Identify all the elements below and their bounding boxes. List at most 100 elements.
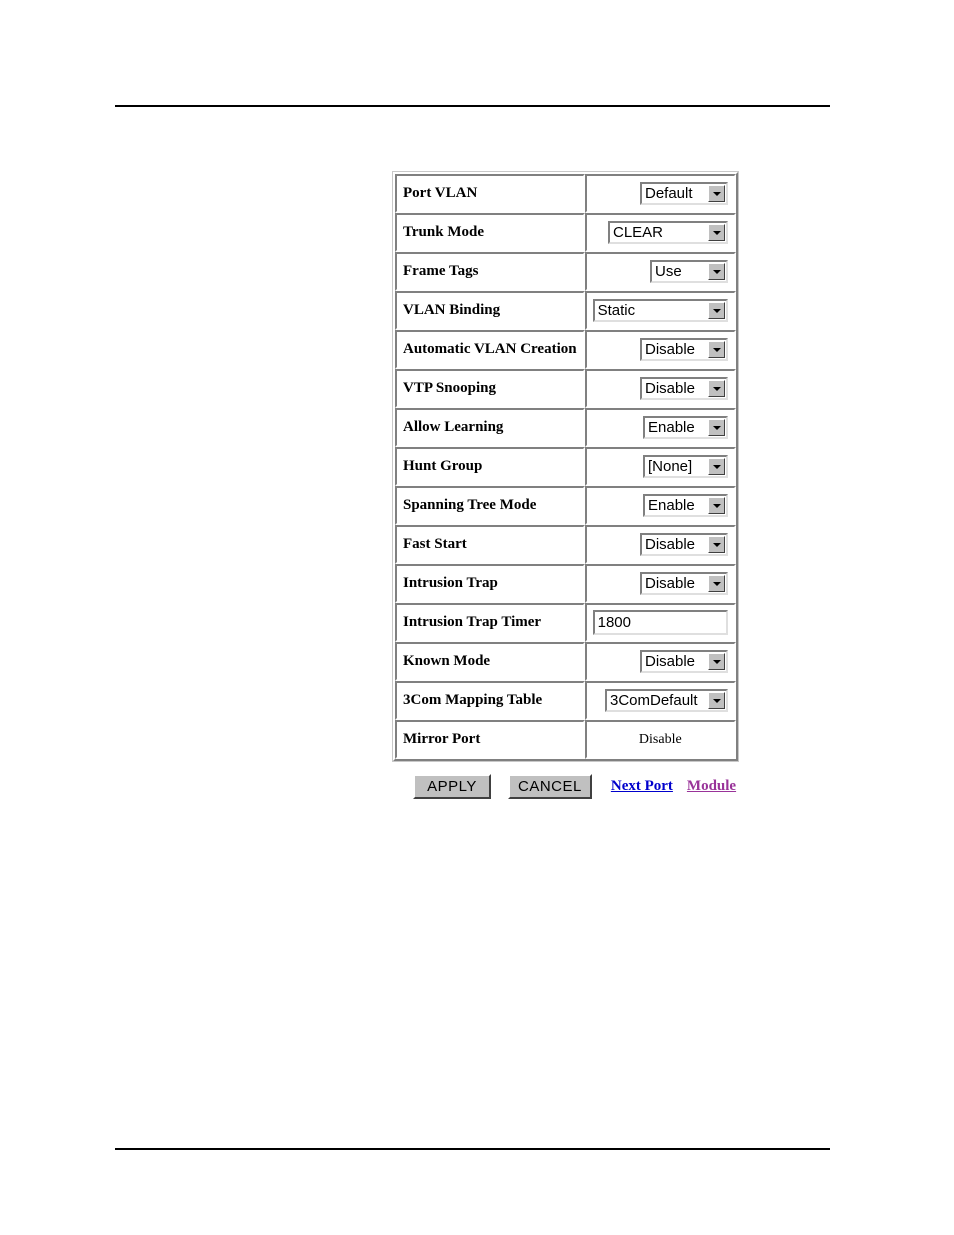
setting-dropdown[interactable]: [None]: [643, 455, 728, 478]
next-port-link[interactable]: Next Port: [611, 778, 673, 795]
chevron-down-icon[interactable]: [708, 263, 725, 280]
setting-label-cell: Fast Start: [395, 525, 585, 564]
setting-value-cell: Disable: [584, 525, 736, 564]
chevron-down-icon[interactable]: [708, 419, 725, 436]
table-row: Trunk Mode CLEAR: [395, 213, 736, 252]
cancel-button[interactable]: CANCEL: [508, 774, 592, 799]
setting-value-cell: CLEAR: [584, 213, 736, 252]
setting-label: Intrusion Trap: [403, 575, 498, 592]
chevron-down-icon[interactable]: [708, 536, 725, 553]
dropdown-value: Enable: [648, 419, 695, 436]
setting-label-cell: Known Mode: [395, 642, 585, 681]
table-row: Fast Start Disable: [395, 525, 736, 564]
table-row: Automatic VLAN Creation Disable: [395, 330, 736, 369]
setting-dropdown[interactable]: Enable: [643, 416, 728, 439]
port-vlan-config-form: Port VLAN Default Trunk Mode CLEAR Frame Tag…: [393, 172, 738, 799]
setting-value-cell: Enable: [584, 486, 736, 525]
dropdown-value: Default: [645, 185, 693, 202]
dropdown-value: Disable: [645, 575, 696, 592]
setting-label-cell: Intrusion Trap Timer: [395, 603, 585, 642]
setting-dropdown[interactable]: Disable: [640, 572, 728, 595]
setting-value-cell: 3ComDefault: [584, 681, 736, 720]
table-row: Allow Learning Enable: [395, 408, 736, 447]
setting-dropdown[interactable]: Enable: [643, 494, 728, 517]
chevron-down-icon[interactable]: [708, 497, 725, 514]
table-row: VLAN Binding Static: [395, 291, 736, 330]
dropdown-value: Static: [597, 302, 636, 319]
setting-label-cell: Mirror Port: [395, 720, 585, 759]
dropdown-value: Disable: [645, 341, 696, 358]
setting-value-cell: Static: [584, 291, 736, 330]
table-row: Spanning Tree Mode Enable: [395, 486, 736, 525]
setting-label: VTP Snooping: [403, 380, 496, 397]
setting-dropdown[interactable]: Use: [650, 260, 728, 283]
setting-label-cell: 3Com Mapping Table: [395, 681, 585, 720]
table-row: VTP Snooping Disable: [395, 369, 736, 408]
setting-label: 3Com Mapping Table: [403, 692, 543, 709]
setting-label: Trunk Mode: [403, 224, 484, 241]
table-row: Hunt Group [None]: [395, 447, 736, 486]
table-row: Known Mode Disable: [395, 642, 736, 681]
setting-dropdown[interactable]: Disable: [640, 533, 728, 556]
intrusion-trap-timer-input[interactable]: [592, 610, 728, 635]
setting-value-cell: Disable: [584, 330, 736, 369]
dropdown-value: Disable: [645, 380, 696, 397]
dropdown-value: Enable: [648, 497, 695, 514]
setting-value-cell: [584, 603, 736, 642]
table-row: Intrusion Trap Timer: [395, 603, 736, 642]
chevron-down-icon[interactable]: [708, 185, 725, 202]
setting-dropdown[interactable]: Disable: [640, 377, 728, 400]
setting-label: Frame Tags: [403, 263, 479, 280]
setting-dropdown[interactable]: Default: [640, 182, 728, 205]
chevron-down-icon[interactable]: [708, 458, 725, 475]
chevron-down-icon[interactable]: [708, 575, 725, 592]
setting-label-cell: VTP Snooping: [395, 369, 585, 408]
dropdown-value: 3ComDefault: [610, 692, 698, 709]
setting-label: Hunt Group: [403, 458, 483, 475]
setting-label: VLAN Binding: [403, 302, 501, 319]
table-row: Frame Tags Use: [395, 252, 736, 291]
chevron-down-icon[interactable]: [708, 341, 725, 358]
chevron-down-icon[interactable]: [708, 692, 725, 709]
setting-label: Fast Start: [403, 536, 467, 553]
setting-dropdown[interactable]: 3ComDefault: [605, 689, 728, 712]
port-configuration-table: Port VLAN Default Trunk Mode CLEAR Frame Tag…: [393, 172, 738, 761]
setting-label-cell: Port VLAN: [395, 174, 585, 213]
setting-dropdown[interactable]: CLEAR: [608, 221, 728, 244]
dropdown-value: Disable: [645, 653, 696, 670]
setting-value-cell: Disable: [584, 369, 736, 408]
chevron-down-icon[interactable]: [708, 653, 725, 670]
table-row: Port VLAN Default: [395, 174, 736, 213]
page-top-rule: [115, 105, 830, 107]
setting-label: Known Mode: [403, 653, 491, 670]
setting-value-cell: Disable: [584, 642, 736, 681]
setting-label: Mirror Port: [403, 731, 481, 748]
setting-dropdown[interactable]: Disable: [640, 650, 728, 673]
setting-dropdown[interactable]: Disable: [640, 338, 728, 361]
setting-dropdown[interactable]: Static: [592, 299, 728, 322]
setting-label: Intrusion Trap Timer: [403, 614, 542, 631]
dropdown-value: Disable: [645, 536, 696, 553]
form-actions: APPLY CANCEL Next Port Module: [393, 774, 738, 799]
setting-label-cell: Automatic VLAN Creation: [395, 330, 585, 369]
dropdown-value: Use: [655, 263, 682, 280]
setting-value-cell: Disable: [584, 564, 736, 603]
chevron-down-icon[interactable]: [708, 302, 725, 319]
setting-label: Allow Learning: [403, 419, 504, 436]
table-row: Mirror Port Disable: [395, 720, 736, 759]
setting-value-cell: Use: [584, 252, 736, 291]
setting-value-cell: Enable: [584, 408, 736, 447]
chevron-down-icon[interactable]: [708, 380, 725, 397]
setting-label-cell: Trunk Mode: [395, 213, 585, 252]
module-link[interactable]: Module: [687, 778, 736, 795]
setting-label-cell: Spanning Tree Mode: [395, 486, 585, 525]
apply-button[interactable]: APPLY: [413, 774, 491, 799]
setting-value-cell: [None]: [584, 447, 736, 486]
setting-label: Automatic VLAN Creation: [403, 341, 577, 358]
setting-label-cell: Hunt Group: [395, 447, 585, 486]
dropdown-value: CLEAR: [613, 224, 664, 241]
setting-label-cell: Frame Tags: [395, 252, 585, 291]
setting-label-cell: Allow Learning: [395, 408, 585, 447]
chevron-down-icon[interactable]: [708, 224, 725, 241]
page-bottom-rule: [115, 1148, 830, 1150]
